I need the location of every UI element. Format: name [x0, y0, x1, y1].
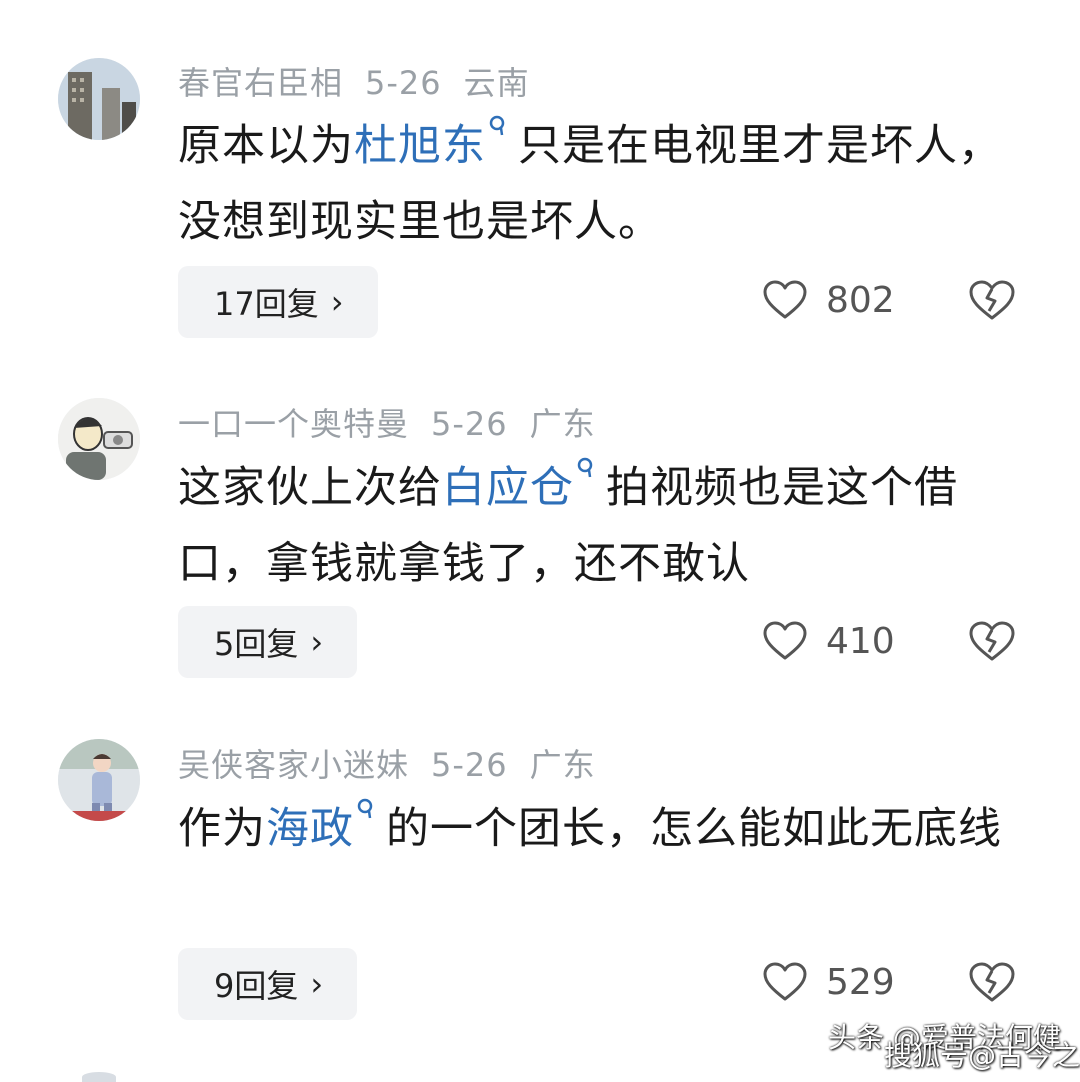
reply-count-label: 5回复: [214, 625, 299, 663]
comment-text-before: 原本以为: [178, 121, 354, 171]
dislike-button[interactable]: [968, 264, 1018, 336]
user-avatar[interactable]: [58, 398, 140, 480]
comment-date: 5-26: [365, 64, 442, 102]
user-avatar[interactable]: [58, 739, 140, 821]
username[interactable]: 吴侠客家小迷妹: [178, 746, 409, 784]
comment-date: 5-26: [431, 405, 508, 443]
child-photo-avatar: [58, 739, 140, 821]
like-button[interactable]: 802: [762, 264, 895, 336]
username[interactable]: 一口一个奥特曼: [178, 405, 409, 443]
broken-heart-icon: [969, 621, 1015, 661]
topic-link[interactable]: 白应仓: [442, 463, 574, 513]
heart-icon: [763, 962, 807, 1001]
username[interactable]: 春官右臣相: [178, 64, 343, 102]
comment-location: 广东: [529, 405, 596, 443]
reply-count-label: 17回复: [214, 285, 319, 323]
like-button[interactable]: 529: [762, 946, 895, 1018]
like-count: 802: [826, 279, 895, 321]
comment-text-before: 作为: [178, 804, 266, 854]
like-count: 410: [826, 620, 895, 662]
view-replies-button[interactable]: 9回复 ›: [178, 948, 358, 1020]
like-count: 529: [826, 961, 895, 1003]
dislike-button[interactable]: [968, 605, 1018, 677]
comment-text-after: 的一个团长，怎么能如此无底线: [386, 804, 1002, 854]
broken-heart-icon: [969, 962, 1015, 1002]
chevron-right-icon: ›: [310, 623, 324, 661]
building-photo-avatar: [58, 58, 140, 140]
next-comment-avatar-partial: [82, 1072, 116, 1082]
dislike-button[interactable]: [968, 946, 1018, 1018]
comment-meta: 吴侠客家小迷妹 5-26 广东: [178, 740, 618, 786]
search-icon[interactable]: [488, 114, 510, 136]
comment-date: 5-26: [431, 746, 508, 784]
topic-link[interactable]: 海政: [266, 804, 354, 854]
comment-meta: 一口一个奥特曼 5-26 广东: [178, 399, 618, 445]
comment-location: 广东: [529, 746, 596, 784]
heart-icon: [763, 280, 807, 319]
search-icon[interactable]: [356, 797, 378, 819]
comment-text-before: 这家伙上次给: [178, 463, 442, 513]
comment-location: 云南: [463, 64, 530, 102]
reply-count-label: 9回复: [214, 967, 299, 1005]
view-replies-button[interactable]: 17回复 ›: [178, 266, 378, 338]
chevron-right-icon: ›: [330, 283, 344, 321]
broken-heart-icon: [969, 280, 1015, 320]
view-replies-button[interactable]: 5回复 ›: [178, 606, 358, 678]
comment-meta: 春官右臣相 5-26 云南: [178, 58, 552, 104]
comment-text: 作为海政 的一个团长，怎么能如此无底线: [178, 791, 1008, 867]
watermark: 头条 @爱普法何健 搜狐号@古今之鉴: [828, 1022, 1080, 1072]
comment-text: 原本以为杜旭东 只是在电视里才是坏人，没想到现实里也是坏人。: [178, 108, 1008, 260]
topic-link[interactable]: 杜旭东: [354, 121, 486, 171]
heart-icon: [763, 621, 807, 660]
user-avatar[interactable]: [58, 58, 140, 140]
cartoon-avatar: [58, 398, 140, 480]
comment-text: 这家伙上次给白应仓 拍视频也是这个借口，拿钱就拿钱了，还不敢认: [178, 450, 1008, 602]
chevron-right-icon: ›: [310, 965, 324, 1003]
search-icon[interactable]: [576, 456, 598, 478]
like-button[interactable]: 410: [762, 605, 895, 677]
watermark-line-2: 搜狐号@古今之鉴: [884, 1039, 1080, 1072]
